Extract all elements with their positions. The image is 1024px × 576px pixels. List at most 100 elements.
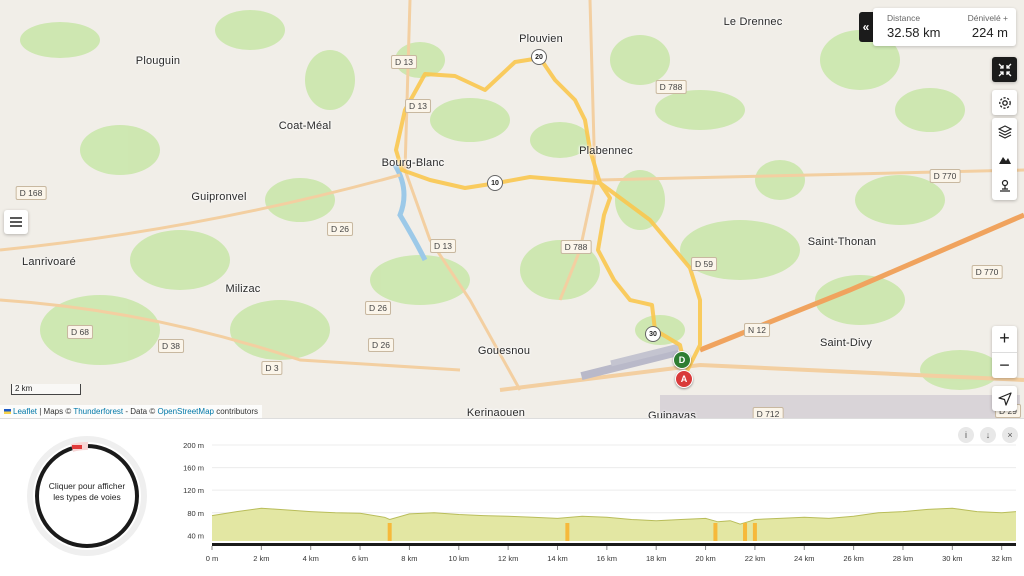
road-label: D 788 [655,80,687,94]
place-label: Kerinaouen [466,407,526,418]
km-marker[interactable]: 30 [645,326,661,342]
x-tick-label: 14 km [547,554,567,563]
collapse-icon: « [862,20,870,34]
road-label: D 26 [368,338,394,352]
x-tick-label: 24 km [794,554,814,563]
x-axis-labels: 0 m 2 km 4 km 6 km 8 km 10 km 12 km 14 km 16 km 1… [206,546,1012,563]
road-label: D 788 [560,240,592,254]
road-label: D 26 [365,301,391,315]
highlight-segment [387,523,392,541]
x-tick-label: 2 km [253,554,269,563]
hamburger-icon [10,217,22,227]
start-marker[interactable]: D [673,351,691,369]
map-attribution: Leaflet | Maps © Thunderforest - Data © … [0,405,262,418]
elevation-value: 224 m [971,25,1008,40]
road-label: D 38 [158,339,184,353]
zoom-out-button[interactable]: − [992,353,1017,379]
road-label: D 770 [971,265,1003,279]
road-label: D 68 [67,325,93,339]
attribution-text: - Data © [123,407,158,416]
collapse-panel-button[interactable]: « [859,12,873,42]
place-label: Plabennec [579,145,633,157]
km-marker[interactable]: 20 [531,49,547,65]
x-tick-label: 30 km [942,554,962,563]
place-label: Milizac [225,283,261,295]
x-tick-label: 18 km [646,554,666,563]
x-tick-label: 0 m [206,554,219,563]
x-tick-label: 8 km [401,554,417,563]
road-label: D 3 [261,361,283,375]
place-label: Saint-Divy [819,337,873,349]
locate-icon [997,391,1012,406]
x-tick-label: 16 km [597,554,617,563]
road-label: D 13 [391,55,417,69]
x-tick-label: 22 km [745,554,765,563]
y-tick-label: 80 m [187,509,204,518]
locate-button[interactable] [992,386,1017,411]
elevation-chart[interactable]: 40 m 80 m 120 m 160 m 200 m 0 m 2 km 4 km 6 km 8… [160,437,1020,573]
leaflet-link[interactable]: Leaflet [13,407,37,416]
settings-button[interactable] [992,90,1017,115]
highlight-segment [713,523,718,541]
map-view[interactable]: Plouvien Le Drennec Plouguin Coat-Méal B… [0,0,1024,418]
distance-stat: Distance 32.58 km [887,13,940,46]
elevation-panel: Cliquer pour afficher les types de voies… [0,418,1024,576]
road-label: D 13 [405,99,431,113]
map-scale: 2 km [11,384,81,395]
fullscreen-exit-button[interactable] [992,57,1017,82]
zoom-in-button[interactable]: + [992,326,1017,353]
place-label: Le Drennec [723,16,783,28]
x-tick-label: 26 km [843,554,863,563]
place-label: Coat-Méal [278,120,332,132]
attribution-text: | Maps © [37,407,74,416]
x-tick-label: 10 km [449,554,469,563]
x-tick-label: 6 km [352,554,368,563]
y-tick-label: 200 m [183,441,204,450]
road-label: D 712 [752,407,784,418]
y-tick-label: 40 m [187,531,204,540]
settings-icon [998,96,1011,109]
distance-label: Distance [887,13,921,23]
poi-icon[interactable] [998,179,1012,193]
highlight-segment [752,523,757,541]
route-baseline [212,543,1016,546]
y-tick-label: 160 m [183,464,204,473]
zoom-control: + − [992,326,1017,378]
mountain-icon[interactable] [998,152,1012,166]
road-label: D 13 [430,239,456,253]
osm-link[interactable]: OpenStreetMap [157,407,213,416]
road-label: D 59 [691,257,717,271]
distance-value: 32.58 km [887,25,941,40]
place-label: Guipavas [647,410,697,418]
x-tick-label: 28 km [893,554,913,563]
road-label: N 12 [744,323,770,337]
map-tools [992,118,1017,200]
layers-icon[interactable] [997,125,1012,139]
place-label: Plouguin [135,55,181,67]
app-window: Plouvien Le Drennec Plouguin Coat-Méal B… [0,0,1024,576]
end-marker[interactable]: A [675,370,693,388]
fullscreen-exit-icon [998,63,1011,76]
y-tick-label: 120 m [183,486,204,495]
x-tick-label: 20 km [695,554,715,563]
place-label: Bourg-Blanc [381,157,445,169]
x-tick-label: 4 km [303,554,319,563]
km-marker[interactable]: 10 [487,175,503,191]
place-label: Plouvien [519,33,563,45]
attribution-text: contributors [213,407,258,416]
road-label: D 26 [327,222,353,236]
menu-button[interactable] [4,210,28,234]
x-tick-label: 12 km [498,554,518,563]
road-type-segment [72,445,82,449]
place-label: Saint-Thonan [807,236,877,248]
elevation-label: Dénivelé + [967,13,1008,23]
thunderforest-link[interactable]: Thunderforest [73,407,123,416]
road-label: D 770 [929,169,961,183]
place-label: Gouesnou [477,345,531,357]
x-tick-label: 32 km [991,554,1011,563]
highlight-segment [743,523,748,541]
y-axis-labels: 40 m 80 m 120 m 160 m 200 m [183,441,204,540]
donut-hint[interactable]: Cliquer pour afficher les types de voies [44,481,130,503]
highlight-segment [565,523,570,541]
elevation-stat: Dénivelé + 224 m [968,13,1008,46]
